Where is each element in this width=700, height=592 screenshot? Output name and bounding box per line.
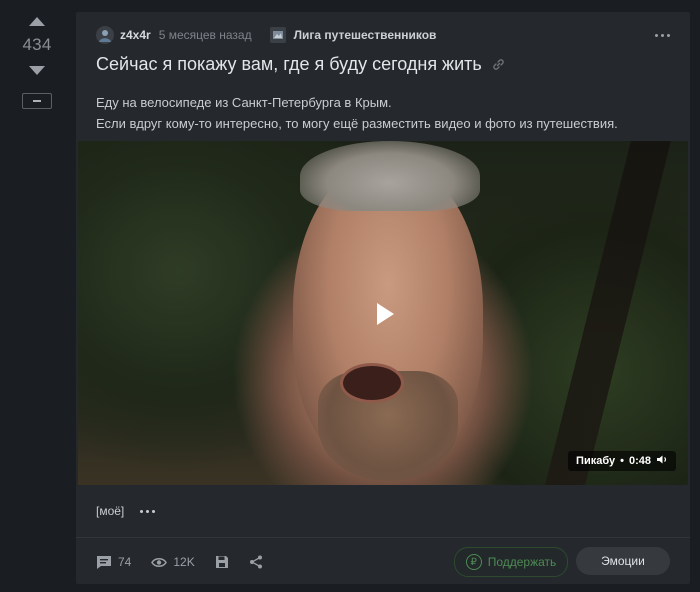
post-title-text: Сейчас я покажу вам, где я буду сегодня … <box>96 54 482 74</box>
views-indicator: 12K <box>151 555 195 569</box>
vote-count: 434 <box>22 35 52 54</box>
support-button[interactable]: ₽ Поддержать <box>454 547 568 577</box>
avatar-icon <box>99 30 111 42</box>
ruble-icon: ₽ <box>465 554 482 570</box>
collapse-post-button[interactable] <box>22 93 52 109</box>
community-icon <box>272 31 283 39</box>
community-name[interactable]: Лига путешественников <box>294 28 437 42</box>
emotions-button[interactable]: Эмоции <box>576 547 670 575</box>
arrow-down-icon <box>29 65 45 75</box>
downvote-button[interactable] <box>22 61 52 79</box>
views-count: 12K <box>173 555 195 569</box>
comments-count: 74 <box>118 555 132 569</box>
tags-row: [моё] <box>96 504 156 518</box>
post-footer: 74 12K ₽ Поддержать Эмоции <box>96 546 670 578</box>
play-icon[interactable] <box>374 301 396 327</box>
support-label: Поддержать <box>487 555 557 569</box>
minus-icon <box>33 100 41 102</box>
emotions-label: Эмоции <box>601 554 645 568</box>
arrow-up-icon <box>29 16 45 26</box>
volume-icon[interactable] <box>656 454 668 468</box>
post-title[interactable]: Сейчас я покажу вам, где я буду сегодня … <box>96 54 505 75</box>
video-source: Пикабу <box>576 455 616 467</box>
link-icon[interactable] <box>492 58 505 71</box>
post-text-line: Если вдруг кому-то интересно, то могу ещ… <box>96 116 618 131</box>
community-avatar[interactable] <box>269 27 286 43</box>
post-text-line: Еду на велосипеде из Санкт-Петербурга в … <box>96 95 392 110</box>
save-icon <box>215 556 228 568</box>
video-duration: 0:48 <box>628 455 651 467</box>
footer-divider <box>76 537 690 538</box>
comments-button[interactable]: 74 <box>96 555 131 570</box>
upvote-button[interactable] <box>22 12 52 30</box>
footer-actions: ₽ Поддержать Эмоции <box>454 547 670 577</box>
save-button[interactable] <box>215 555 229 569</box>
video-player[interactable]: Пикабу • 0:48 <box>78 141 688 485</box>
vote-column: 434 <box>0 0 74 592</box>
eye-icon <box>151 557 168 567</box>
share-icon <box>249 555 262 569</box>
post-time: 5 месяцев назад <box>158 28 252 42</box>
post-header: z4x4r 5 месяцев назад Лига путешественни… <box>96 26 670 44</box>
author-name[interactable]: z4x4r <box>120 28 151 42</box>
video-frame-mouth <box>340 363 404 403</box>
post-card: z4x4r 5 месяцев назад Лига путешественни… <box>76 12 690 584</box>
tags-more-icon[interactable] <box>140 504 156 518</box>
video-frame-tree <box>545 141 671 485</box>
video-badge: Пикабу • 0:48 <box>568 451 676 471</box>
comment-icon <box>97 555 111 569</box>
share-button[interactable] <box>249 555 263 569</box>
post-more-menu-icon[interactable] <box>655 26 670 44</box>
post-body: Еду на велосипеде из Санкт-Петербурга в … <box>96 92 618 134</box>
bullet-separator: • <box>620 455 624 467</box>
tag-moe[interactable]: [моё] <box>96 504 124 518</box>
video-frame-hair <box>300 141 480 211</box>
author-avatar[interactable] <box>96 26 114 44</box>
